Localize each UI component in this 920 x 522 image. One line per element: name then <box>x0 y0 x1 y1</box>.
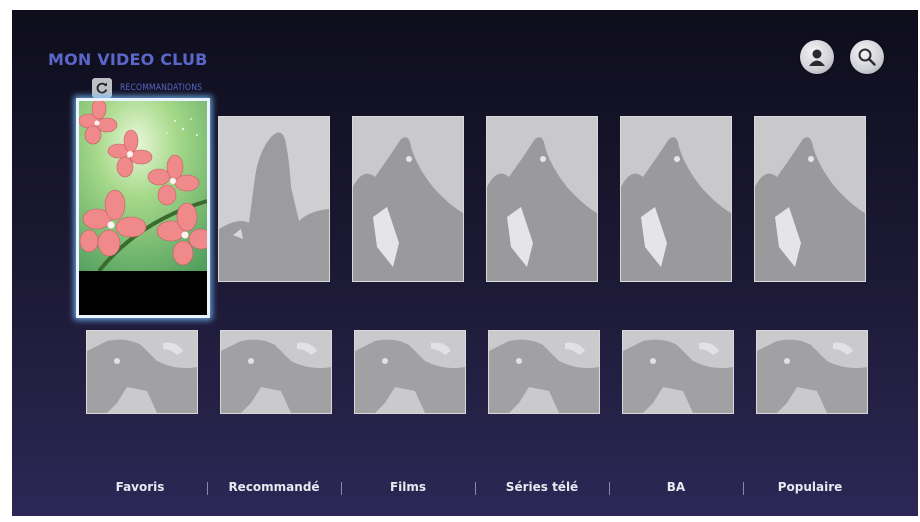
nav-item-films[interactable]: Films <box>390 480 426 494</box>
content-card-placeholder[interactable] <box>218 116 330 282</box>
placeholder-art <box>489 331 599 413</box>
nav-separator <box>207 482 208 495</box>
placeholder-art <box>87 331 197 413</box>
app-title: MON VIDEO CLUB <box>48 50 208 69</box>
nav-item-series-tele[interactable]: Séries télé <box>506 480 578 494</box>
nav-item-recommande[interactable]: Recommandé <box>228 480 319 494</box>
nav-item-populaire[interactable]: Populaire <box>778 480 843 494</box>
search-icon[interactable] <box>850 40 884 74</box>
placeholder-art <box>353 117 463 281</box>
nav-item-ba[interactable]: BA <box>667 480 685 494</box>
content-card-placeholder-small[interactable] <box>756 330 868 414</box>
content-card-placeholder-small[interactable] <box>488 330 600 414</box>
section-header: RECOMMANDATIONS <box>92 78 217 98</box>
content-card-placeholder[interactable] <box>352 116 464 282</box>
content-card-placeholder-small[interactable] <box>354 330 466 414</box>
refresh-icon[interactable] <box>92 78 112 98</box>
placeholder-art <box>487 117 597 281</box>
content-card-placeholder-small[interactable] <box>220 330 332 414</box>
placeholder-art <box>757 331 867 413</box>
placeholder-art <box>623 331 733 413</box>
content-card-placeholder[interactable] <box>486 116 598 282</box>
nav-separator <box>743 482 744 495</box>
section-label: RECOMMANDATIONS <box>120 83 203 93</box>
nav-separator <box>341 482 342 495</box>
nav-separator <box>609 482 610 495</box>
orchid-artwork <box>79 101 207 271</box>
placeholder-art <box>355 331 465 413</box>
content-card-placeholder[interactable] <box>754 116 866 282</box>
bottom-nav: Favoris Recommandé Films Séries télé BA … <box>12 474 918 504</box>
profile-icon[interactable] <box>800 40 834 74</box>
content-card-placeholder-small[interactable] <box>622 330 734 414</box>
figure-silhouette <box>219 117 329 281</box>
placeholder-art <box>221 331 331 413</box>
placeholder-art <box>755 117 865 281</box>
content-card-placeholder[interactable] <box>620 116 732 282</box>
tv-screen: MON VIDEO CLUB RECOMMANDATIONS Favoris R… <box>12 10 918 516</box>
content-card-selected[interactable] <box>76 98 210 318</box>
nav-separator <box>475 482 476 495</box>
placeholder-art <box>621 117 731 281</box>
nav-item-favoris[interactable]: Favoris <box>116 480 165 494</box>
content-card-placeholder-small[interactable] <box>86 330 198 414</box>
